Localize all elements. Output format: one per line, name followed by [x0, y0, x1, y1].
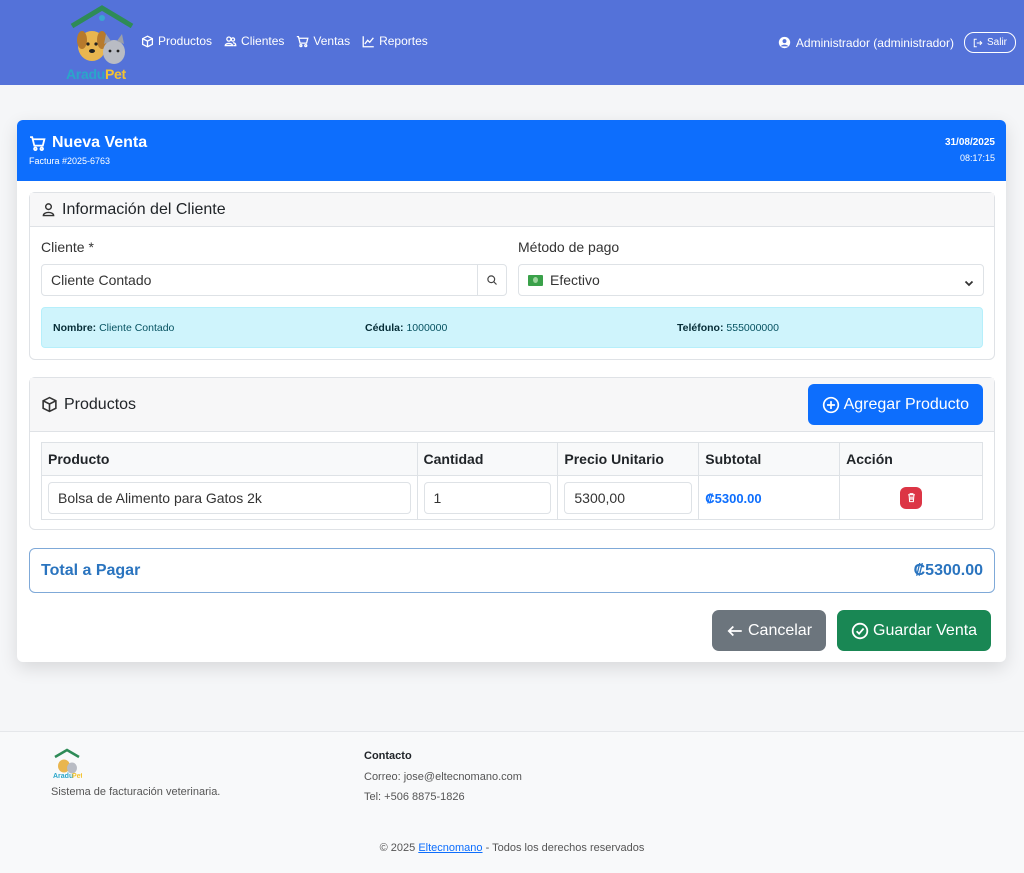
cancel-button[interactable]: Cancelar — [712, 610, 827, 651]
nav-links: Productos Clientes Ventas Reportes — [141, 34, 428, 48]
company-link[interactable]: Eltecnomano — [418, 842, 482, 854]
trash-icon — [907, 493, 915, 503]
row-subtotal: ₡5300.00 — [705, 490, 762, 506]
client-section-title: Información del Cliente — [62, 200, 226, 218]
sale-date: 31/08/2025 — [944, 137, 995, 148]
table-row: Bolsa de Alimento para Gatos 2k 1 5300,0… — [41, 475, 983, 520]
products-table: Producto Cantidad Precio Unitario Subtot… — [41, 442, 983, 520]
payment-method-value: Efectivo — [550, 272, 600, 288]
unit-price-input[interactable]: 5300,00 — [564, 481, 693, 514]
info-name-label: Nombre: — [53, 322, 97, 334]
footer: Aradu Pet Sistema de facturación veterin… — [0, 731, 1024, 873]
sale-title: Nueva Venta — [29, 134, 147, 152]
client-info-id: Cédula: 1000000 — [365, 322, 447, 334]
footer-tagline: Sistema de facturación veterinaria. — [51, 786, 221, 798]
chart-icon — [362, 35, 374, 47]
users-icon — [224, 35, 237, 46]
client-label: Cliente * — [41, 239, 94, 255]
plus-circle-icon — [822, 396, 839, 413]
client-search-button[interactable] — [477, 265, 506, 295]
arrow-left-icon — [727, 625, 742, 636]
footer-copyright: © 2025 Eltecnomano - Todos los derechos … — [0, 842, 1024, 854]
logout-label: Salir — [986, 37, 1007, 48]
user-circle-icon — [778, 36, 791, 49]
nav-item-label: Productos — [158, 34, 213, 48]
save-sale-button[interactable]: Guardar Venta — [837, 610, 992, 651]
payment-label: Método de pago — [518, 239, 620, 255]
brand-name: AraduPet — [66, 66, 126, 82]
total-amount: ₡5300.00 — [913, 561, 983, 579]
box-icon — [42, 396, 57, 413]
search-icon — [487, 275, 497, 285]
svg-text:Aradu: Aradu — [53, 773, 73, 780]
table-header-row: Producto Cantidad Precio Unitario Subtot… — [41, 442, 983, 476]
products-section: Productos Agregar Producto Producto Cant… — [29, 377, 995, 530]
client-info-box: Nombre: Cliente Contado Cédula: 1000000 … — [41, 307, 983, 348]
sale-header: Nueva Venta Factura #2025-6763 31/08/202… — [17, 120, 1006, 181]
logout-icon — [973, 38, 983, 47]
client-section-header: Información del Cliente — [30, 193, 994, 227]
footer-logo-icon: Aradu Pet — [53, 748, 82, 780]
nav-item-label: Reportes — [379, 34, 428, 48]
box-icon — [141, 34, 154, 48]
check-circle-icon — [851, 622, 869, 639]
brand-name-part1: Aradu — [66, 66, 105, 82]
navbar: AraduPet Productos Clientes Ventas Repor… — [0, 0, 1024, 85]
cash-icon — [528, 274, 543, 286]
delete-row-button[interactable] — [900, 486, 923, 509]
info-id-label: Cédula: — [365, 322, 404, 334]
sale-title-text: Nueva Venta — [52, 134, 148, 151]
client-input-value: Cliente Contado — [51, 272, 152, 288]
total-box: Total a Pagar ₡5300.00 — [29, 548, 995, 593]
nav-item-clientes[interactable]: Clientes — [224, 34, 284, 48]
nav-item-label: Clientes — [241, 34, 285, 48]
cart-icon — [30, 135, 46, 151]
brand-name-part2: Pet — [104, 66, 126, 82]
cancel-label: Cancelar — [748, 621, 813, 639]
client-info-name: Nombre: Cliente Contado — [53, 322, 174, 334]
column-header: Precio Unitario — [557, 442, 700, 476]
product-input[interactable]: Bolsa de Alimento para Gatos 2k — [48, 481, 411, 514]
column-header: Producto — [41, 442, 418, 476]
add-product-button[interactable]: Agregar Producto — [807, 384, 983, 425]
cart-icon — [297, 35, 310, 47]
svg-text:Pet: Pet — [72, 773, 82, 780]
payment-method-select[interactable]: Efectivo — [518, 264, 984, 296]
info-phone-label: Teléfono: — [677, 322, 724, 334]
sale-card: Nueva Venta Factura #2025-6763 31/08/202… — [17, 120, 1006, 662]
sale-time: 08:17:15 — [959, 153, 995, 163]
info-phone-value: 555000000 — [726, 322, 779, 334]
footer-phone: Tel: +506 8875-1826 — [364, 791, 465, 803]
invoice-number: Factura #2025-6763 — [29, 156, 111, 166]
copyright-suffix: - Todos los derechos reservados — [485, 842, 645, 854]
person-icon — [42, 203, 55, 217]
info-name-value: Cliente Contado — [99, 322, 175, 334]
client-section: Información del Cliente Cliente * Client… — [29, 192, 995, 360]
total-label: Total a Pagar — [41, 561, 141, 579]
client-info-phone: Teléfono: 555000000 — [677, 322, 779, 334]
save-label: Guardar Venta — [873, 621, 978, 639]
nav-item-ventas[interactable]: Ventas — [296, 34, 350, 48]
user-menu[interactable]: Administrador (administrador) — [778, 36, 954, 50]
brand-logo[interactable]: AraduPet — [64, 4, 140, 82]
add-product-label: Agregar Producto — [843, 395, 969, 413]
nav-item-productos[interactable]: Productos — [141, 34, 212, 48]
copyright-prefix: © 2025 — [379, 842, 416, 854]
column-header: Cantidad — [416, 442, 559, 476]
chevron-down-icon — [964, 275, 974, 287]
column-header: Subtotal — [698, 442, 841, 476]
products-section-title: Productos — [64, 395, 137, 413]
column-header: Acción — [839, 442, 983, 476]
quantity-input[interactable]: 1 — [423, 481, 552, 514]
client-input[interactable]: Cliente Contado — [41, 264, 507, 296]
logout-button[interactable]: Salir — [963, 32, 1016, 53]
nav-item-reportes[interactable]: Reportes — [362, 34, 428, 48]
footer-contact-heading: Contacto — [364, 750, 412, 762]
info-id-value: 1000000 — [406, 322, 448, 334]
user-name: Administrador (administrador) — [795, 35, 954, 50]
footer-email: Correo: jose@eltecnomano.com — [364, 771, 522, 783]
pets-logo-icon — [70, 5, 134, 64]
nav-right: Administrador (administrador) Salir — [778, 32, 1016, 53]
nav-item-label: Ventas — [313, 34, 351, 48]
